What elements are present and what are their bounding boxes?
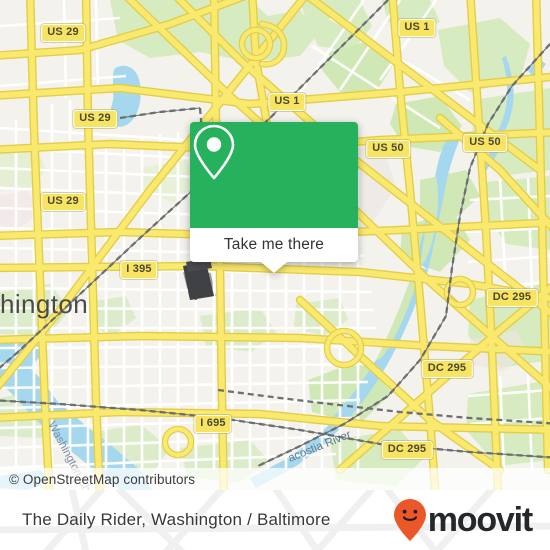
moovit-pin-smiley-icon [393, 499, 426, 541]
road-shield: I 695 [194, 414, 232, 434]
location-popup-card[interactable]: Take me there [190, 122, 358, 273]
road-shield: US 50 [366, 139, 410, 159]
map-canvas[interactable]: hington Washington Ch acostia River US 2… [0, 0, 550, 490]
osm-attribution[interactable]: © OpenStreetMap contributors [0, 468, 550, 490]
road-shield: I 395 [120, 260, 158, 280]
popup-icon-area [190, 122, 358, 228]
popup-tail [261, 262, 287, 273]
take-me-there-label: Take me there [223, 236, 325, 253]
footer-bar: The Daily Rider, Washington / Baltimore … [0, 490, 550, 550]
road-shield: US 50 [463, 133, 507, 153]
moovit-logo[interactable]: moovit [393, 498, 533, 542]
road-shield: US 29 [41, 192, 85, 212]
location-title: The Daily Rider, Washington / Baltimore [22, 510, 331, 529]
road-shield: DC 295 [486, 288, 538, 308]
popup-action-bar[interactable]: Take me there [190, 228, 358, 273]
road-shield: US 1 [398, 18, 436, 38]
moovit-location-screenshot: hington Washington Ch acostia River US 2… [0, 0, 550, 550]
moovit-wordmark: moovit [427, 501, 533, 539]
road-shield: US 1 [268, 92, 306, 112]
svg-text:hington: hington [0, 289, 88, 319]
road-shield: DC 295 [421, 359, 473, 379]
road-shield: DC 295 [381, 440, 433, 460]
road-shield: US 29 [73, 109, 117, 129]
map-pin-icon [193, 124, 235, 180]
road-shield: US 29 [41, 23, 85, 43]
osm-attribution-text: © OpenStreetMap contributors [9, 471, 196, 487]
